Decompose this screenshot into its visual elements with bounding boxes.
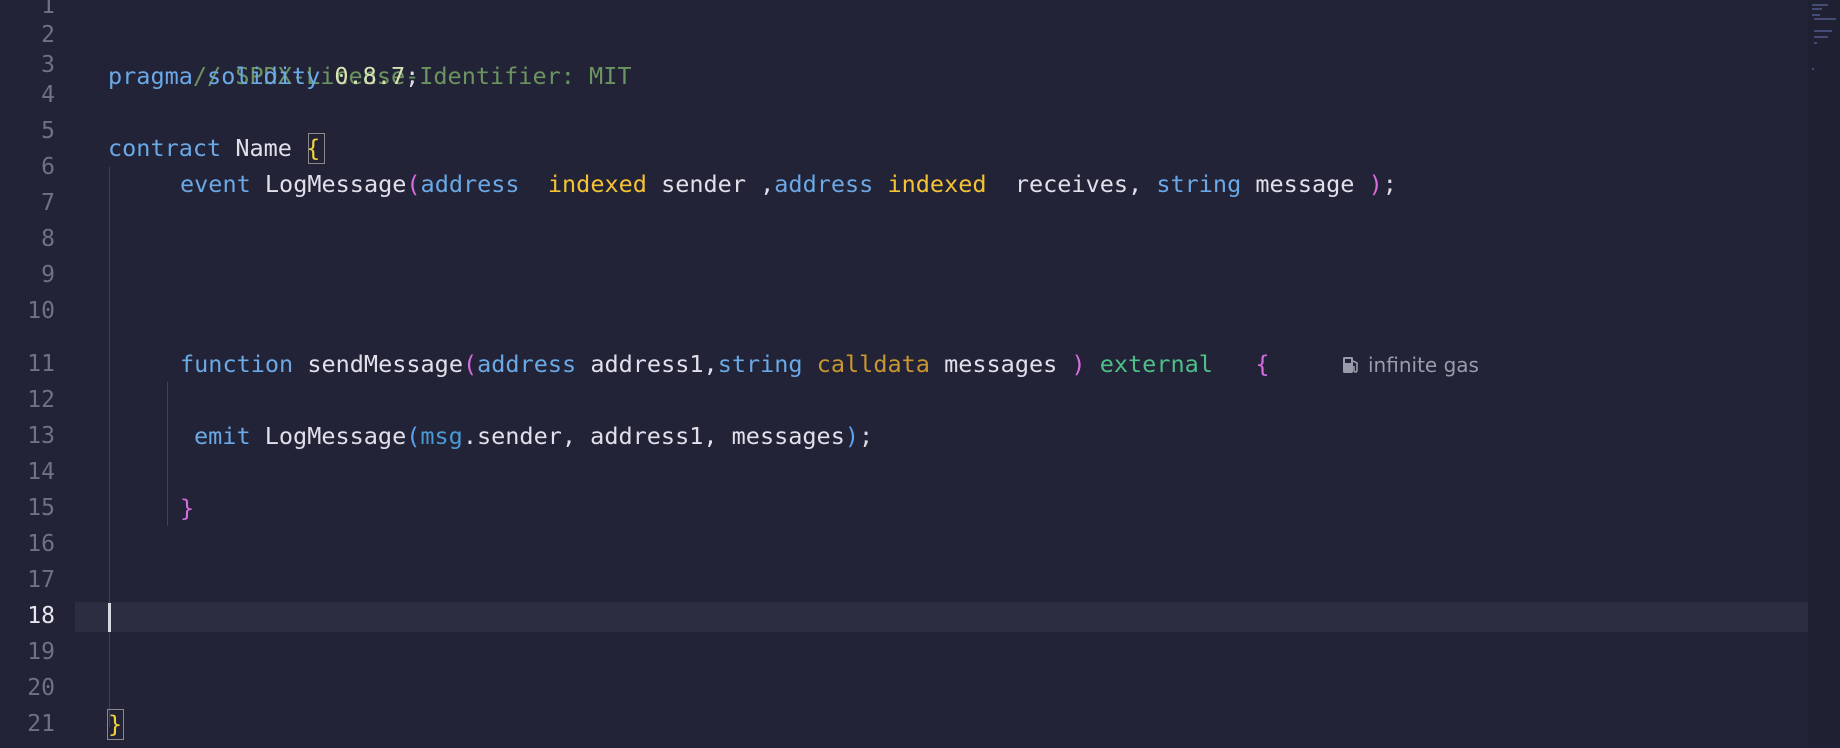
minimap-line — [1814, 42, 1817, 44]
minimap-line — [1814, 36, 1828, 38]
keyword-token: event — [180, 170, 251, 198]
visibility-token: external — [1099, 350, 1213, 378]
code-line-2: // SPDX-License-Identifier: MIT — [108, 22, 632, 90]
type-token: address — [477, 350, 577, 378]
param-token: address1, — [590, 350, 718, 378]
indexed-token: indexed — [887, 170, 987, 198]
indent-guide — [109, 167, 110, 727]
event-name-token: LogMessage — [264, 422, 407, 450]
code-line-15: } — [180, 490, 194, 526]
keyword-token: solidity — [207, 62, 321, 90]
contract-name-token: Name — [235, 134, 292, 162]
keyword-token: contract — [108, 134, 222, 162]
indent-guide — [167, 382, 168, 526]
code-line-6: event LogMessage(address indexed sender … — [180, 166, 1397, 202]
function-name-token: sendMessage — [307, 350, 463, 378]
code-line-5: contract Name { — [108, 130, 320, 166]
data-location-token: calldata — [816, 350, 930, 378]
open-brace-token: { — [1255, 350, 1270, 378]
args-token: .sender, address1, messages — [462, 422, 845, 450]
code-editor[interactable]: 1 2 3 4 5 6 7 8 9 10 11 12 13 14 15 16 1… — [0, 0, 1840, 748]
bracket-match-box — [107, 709, 124, 740]
gas-estimate-text: infinite gas — [1368, 353, 1479, 377]
semicolon-token: ; — [859, 422, 874, 450]
semicolon-token: ; — [405, 62, 420, 90]
keyword-token: emit — [194, 422, 251, 450]
gas-estimate-codelens[interactable]: infinite gas — [1340, 350, 1479, 380]
param-token: receives, — [1014, 170, 1143, 198]
minimap-line — [1814, 18, 1836, 20]
keyword-token: function — [180, 350, 294, 378]
bracket-match-box — [308, 133, 325, 164]
close-brace-token: } — [180, 494, 195, 522]
msg-token: msg — [420, 422, 463, 450]
type-token: string — [717, 350, 803, 378]
paren-token: ) — [844, 422, 860, 450]
minimap[interactable] — [1808, 0, 1840, 748]
fuel-pump-icon — [1343, 357, 1358, 373]
keyword-token: pragma — [108, 62, 193, 90]
paren-token: ( — [462, 350, 478, 378]
semicolon-token: ; — [1382, 170, 1397, 198]
code-area[interactable]: // SPDX-License-Identifier: MIT pragma s… — [0, 0, 1808, 748]
current-line-highlight — [75, 602, 1808, 632]
param-token: messages — [944, 350, 1058, 378]
param-token: sender , — [661, 170, 775, 198]
minimap-line — [1812, 4, 1828, 6]
minimap-line — [1812, 8, 1822, 10]
code-line-13: emit LogMessage(msg.sender, address1, me… — [194, 418, 873, 454]
minimap-line — [1812, 14, 1820, 16]
paren-token: ) — [1071, 350, 1086, 378]
text-cursor — [108, 603, 111, 632]
type-token: address — [774, 170, 874, 198]
code-line-11: function sendMessage(address address1,st… — [180, 346, 1270, 382]
paren-token: ( — [406, 422, 421, 450]
param-token: message — [1255, 170, 1355, 198]
version-token: 0.8.7 — [334, 62, 406, 90]
paren-token: ( — [406, 170, 421, 198]
indexed-token: indexed — [547, 170, 647, 198]
event-name-token: LogMessage — [264, 170, 407, 198]
code-line-3: pragma solidity 0.8.7; — [108, 58, 419, 94]
type-token: address — [420, 170, 520, 198]
minimap-line — [1814, 30, 1832, 32]
paren-token: ) — [1368, 170, 1383, 198]
minimap-line — [1812, 68, 1814, 70]
type-token: string — [1156, 170, 1242, 198]
